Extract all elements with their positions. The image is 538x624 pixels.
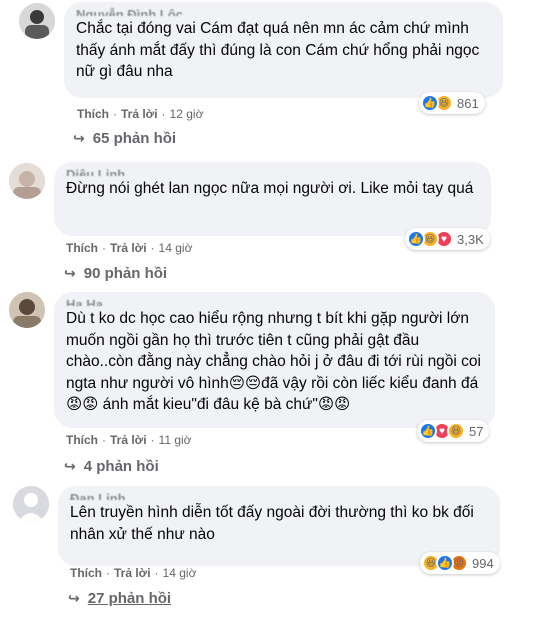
like-button[interactable]: Thích [66, 433, 98, 447]
comment-author[interactable]: Đan Linh [70, 492, 488, 500]
reply-button[interactable]: Trả lời [110, 241, 147, 255]
avatar-image [13, 486, 49, 522]
replies-count-label: 90 phản hồi [83, 265, 168, 282]
reaction-count: 57 [469, 423, 484, 439]
reaction-summary[interactable]: 😆 👍 😡 994 [420, 552, 500, 574]
reply-arrow-icon: ↪ [64, 458, 76, 474]
separator-dot: · [161, 107, 166, 121]
separator-dot: · [150, 433, 155, 447]
reaction-summary[interactable]: 👍 ♥ 😆 57 [417, 420, 490, 442]
reply-arrow-icon: ↪ [68, 590, 80, 606]
separator-dot: · [150, 241, 155, 255]
avatar-image [9, 163, 45, 199]
separator-dot: · [102, 241, 106, 255]
comment-2: Diệu Linh Đừng nói ghét lan ngọc nữa mọi… [0, 160, 538, 290]
comment-text: Đừng nói ghét lan ngọc nữa mọi người ơi.… [66, 180, 474, 197]
view-replies-link[interactable]: ↪ 90 phản hồi [64, 265, 167, 282]
comment-actions: Thích · Trả lời · 14 giờ [70, 566, 196, 580]
comment-author[interactable]: Nguyễn Đình Lộc [76, 8, 491, 16]
separator-dot: · [106, 566, 110, 580]
separator-dot: · [154, 566, 159, 580]
avatar[interactable] [9, 292, 45, 328]
replies-count-label: 4 phản hồi [83, 458, 159, 475]
comment-actions: Thích · Trả lời · 12 giờ [77, 107, 203, 121]
comment-time[interactable]: 14 giờ [159, 241, 193, 255]
replies-count-label: 65 phản hồi [92, 130, 177, 147]
like-icon: 👍 [419, 422, 437, 440]
comment-text: Lên truyền hình diễn tốt đấy ngoài đời t… [70, 504, 479, 543]
avatar[interactable] [9, 163, 45, 199]
comment-time[interactable]: 11 giờ [159, 433, 192, 447]
view-replies-link[interactable]: ↪ 4 phản hồi [64, 458, 159, 475]
replies-count-label: 27 phản hồi [87, 590, 172, 607]
comment-3: Hạ Hạ Dù t ko dc học cao hiểu rộng nhưng… [0, 290, 538, 480]
like-icon: 👍 [407, 230, 425, 248]
comment-bubble: Diệu Linh Đừng nói ghét lan ngọc nữa mọi… [54, 162, 491, 236]
comment-bubble: Nguyễn Đình Lộc Chắc tại đóng vai Cám đạ… [64, 2, 503, 98]
reply-button[interactable]: Trả lời [114, 566, 151, 580]
like-button[interactable]: Thích [77, 107, 109, 121]
reply-arrow-icon: ↪ [73, 130, 85, 146]
like-icon: 👍 [421, 94, 439, 112]
separator-dot: · [113, 107, 117, 121]
comment-1: Nguyễn Đình Lộc Chắc tại đóng vai Cám đạ… [0, 0, 538, 160]
comment-bubble: Hạ Hạ Dù t ko dc học cao hiểu rộng nhưng… [54, 292, 495, 428]
comment-time[interactable]: 12 giờ [170, 107, 204, 121]
comment-author[interactable]: Hạ Hạ [66, 298, 483, 306]
reaction-count: 3,3K [457, 231, 484, 247]
comment-actions: Thích · Trả lời · 11 giờ [66, 433, 192, 447]
reply-button[interactable]: Trả lời [121, 107, 158, 121]
view-replies-link[interactable]: ↪ 27 phản hồi [68, 590, 171, 607]
comment-actions: Thích · Trả lời · 14 giờ [66, 241, 192, 255]
haha-icon: 😆 [447, 422, 465, 440]
separator-dot: · [102, 433, 106, 447]
avatar[interactable] [19, 3, 55, 39]
reply-arrow-icon: ↪ [64, 265, 76, 281]
reaction-count: 994 [472, 555, 494, 571]
view-replies-link[interactable]: ↪ 65 phản hồi [73, 130, 176, 147]
like-icon: 👍 [436, 554, 454, 572]
like-button[interactable]: Thích [70, 566, 102, 580]
avatar[interactable] [13, 486, 49, 522]
avatar-image [19, 3, 55, 39]
comment-text: Dù t ko dc học cao hiểu rộng nhưng t bít… [66, 310, 486, 413]
reaction-count: 861 [457, 95, 479, 111]
avatar-image [9, 292, 45, 328]
comment-author[interactable]: Diệu Linh [66, 168, 479, 176]
comment-time[interactable]: 14 giờ [163, 566, 197, 580]
reaction-summary[interactable]: 👍 😆 ♥ 3,3K [405, 228, 490, 250]
comment-4: Đan Linh Lên truyền hình diễn tốt đấy ng… [0, 482, 538, 624]
reaction-summary[interactable]: 👍 😆 861 [419, 92, 485, 114]
comment-text: Chắc tại đóng vai Cám đạt quá nên mn ác … [76, 20, 484, 80]
reply-button[interactable]: Trả lời [110, 433, 147, 447]
like-button[interactable]: Thích [66, 241, 98, 255]
